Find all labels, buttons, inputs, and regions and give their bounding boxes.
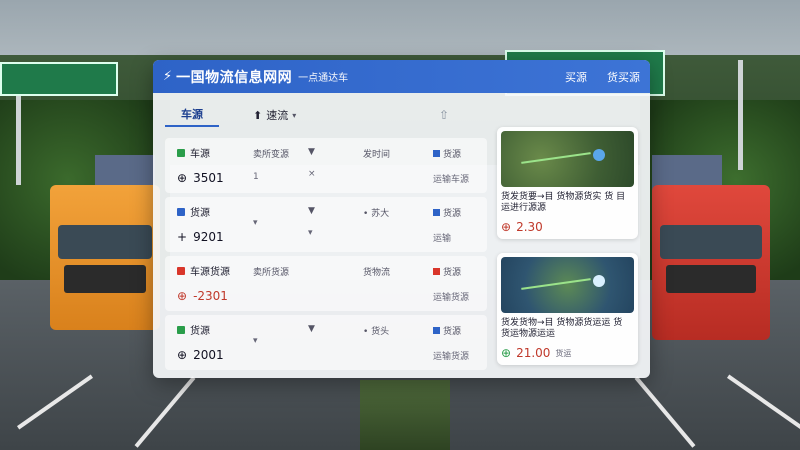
category-icon	[177, 207, 185, 216]
row-name: 货源	[190, 326, 210, 337]
upload-icon[interactable]: ⇧	[439, 108, 449, 122]
row-status: 货源	[443, 268, 462, 278]
row-price: 2001	[193, 348, 224, 362]
row-price: 9201	[193, 230, 224, 244]
row-name: 车源货源	[190, 267, 230, 278]
row-price: -2301	[193, 289, 228, 303]
filter-dropdown[interactable]: ⬆ 速流 ▾	[253, 107, 296, 123]
row-status-sub: 运输车源	[433, 175, 470, 185]
table-row[interactable]: 车源 ⊕ 3501 卖所变源 1 ▼ × 发时间 货源运输车源	[165, 138, 487, 193]
row-qty: 1	[253, 172, 259, 182]
red-truck	[652, 185, 770, 340]
status-icon	[433, 268, 440, 275]
filter-icon[interactable]: ▼	[308, 147, 363, 157]
arrow-up-icon: ⬆	[253, 108, 263, 122]
sign-pole	[16, 95, 21, 185]
light-pole	[738, 60, 743, 170]
row-route: • 苏大	[363, 209, 390, 219]
row-qty: ▾	[253, 218, 258, 228]
logistics-app-window: ⚡ 一国物流信息网网 一点通达车 买源 货买源 车源 ⬆ 速流 ▾ ⇧ 车源 ⊕…	[153, 60, 650, 378]
category-icon	[177, 148, 185, 157]
status-icon	[433, 150, 440, 157]
app-title: 一国物流信息网网	[176, 69, 293, 86]
table-row[interactable]: 货源 +9201 ▾ ▼ ▾ • 苏大 货源运输	[165, 197, 487, 252]
status-icon	[433, 209, 440, 216]
row-status-sub: 运输货源	[433, 352, 470, 362]
plus-circle-icon: ⊕	[501, 220, 512, 234]
row-status-sub: 运输	[433, 234, 452, 244]
plus-circle-icon: ⊕	[177, 289, 188, 303]
card-amount: 21.00	[516, 346, 551, 360]
listing-table: 车源 ⊕ 3501 卖所变源 1 ▼ × 发时间 货源 运输车源 货源 +9201 ▾ …	[165, 138, 487, 374]
row-x: ▾	[308, 228, 313, 238]
row-col2: 卖所变源	[253, 150, 290, 160]
status-icon	[433, 327, 440, 334]
card-text: 货发货物→目 货物源货运运 货 货运物源运运	[501, 318, 623, 339]
card-text: 货发货要→目 货物源货实 货 目运进行源源	[501, 192, 626, 213]
top-nav: 买源 货买源	[565, 69, 640, 85]
row-route: 货物流	[363, 268, 391, 278]
row-status: 货源	[443, 327, 462, 337]
row-status: 货源	[443, 150, 462, 160]
tab-vehicle-source[interactable]: 车源	[165, 103, 219, 127]
row-price: 3501	[193, 171, 224, 185]
row-status-sub: 运输货源	[433, 293, 470, 303]
plus-circle-icon: ⊕	[177, 348, 188, 362]
card-unit: 货运	[555, 348, 572, 358]
route-card[interactable]: 货发货要→目 货物源货实 货 目运进行源源 ⊕ 2.30	[497, 127, 638, 239]
plus-icon: +	[177, 230, 188, 244]
chevron-down-icon: ▾	[292, 110, 297, 120]
bolt-icon: ⚡	[163, 69, 173, 84]
filter-label: 速流	[266, 109, 289, 122]
row-qty: ▾	[253, 336, 258, 346]
filter-icon[interactable]: ▼	[308, 206, 363, 216]
category-icon	[177, 266, 185, 275]
toolbar: 车源 ⬆ 速流 ▾ ⇧	[165, 102, 635, 128]
yellow-truck	[50, 185, 160, 330]
filter-icon[interactable]: ▼	[308, 324, 363, 334]
location-pin-icon	[593, 275, 605, 287]
plus-circle-icon: ⊕	[177, 171, 188, 185]
table-row[interactable]: 货源 ⊕ 2001 ▾ ▼ • 货头 货源运输货源	[165, 315, 487, 370]
row-route: • 货头	[363, 327, 390, 337]
plus-circle-icon: ⊕	[501, 346, 512, 360]
row-name: 车源	[190, 149, 210, 160]
title-bar: ⚡ 一国物流信息网网 一点通达车 买源 货买源	[153, 60, 650, 93]
location-pin-icon	[593, 149, 605, 161]
route-line	[521, 152, 591, 164]
route-cards: 货发货要→目 货物源货实 货 目运进行源源 ⊕ 2.30 货发货物→目 货物源货运…	[497, 127, 638, 378]
row-route: 发时间	[363, 150, 391, 160]
route-map	[501, 257, 634, 313]
nav-item[interactable]: 货买源	[607, 69, 640, 85]
row-status: 货源	[443, 209, 462, 219]
route-map	[501, 131, 634, 187]
category-icon	[177, 325, 185, 334]
median-strip	[360, 380, 450, 450]
row-col2: 卖所货源	[253, 268, 290, 278]
highway-sign-left	[0, 62, 118, 96]
nav-item[interactable]: 买源	[565, 69, 587, 85]
table-row[interactable]: 车源货源 ⊕ -2301 卖所货源 货物流 货源运输货源	[165, 256, 487, 311]
route-card[interactable]: 货发货物→目 货物源货运运 货 货运物源运运 ⊕ 21.00 货运	[497, 253, 638, 365]
close-icon[interactable]: ×	[308, 169, 363, 179]
row-name: 货源	[190, 208, 210, 219]
card-amount: 2.30	[516, 220, 543, 234]
app-subtitle: 一点通达车	[298, 73, 349, 84]
route-line	[521, 278, 591, 290]
